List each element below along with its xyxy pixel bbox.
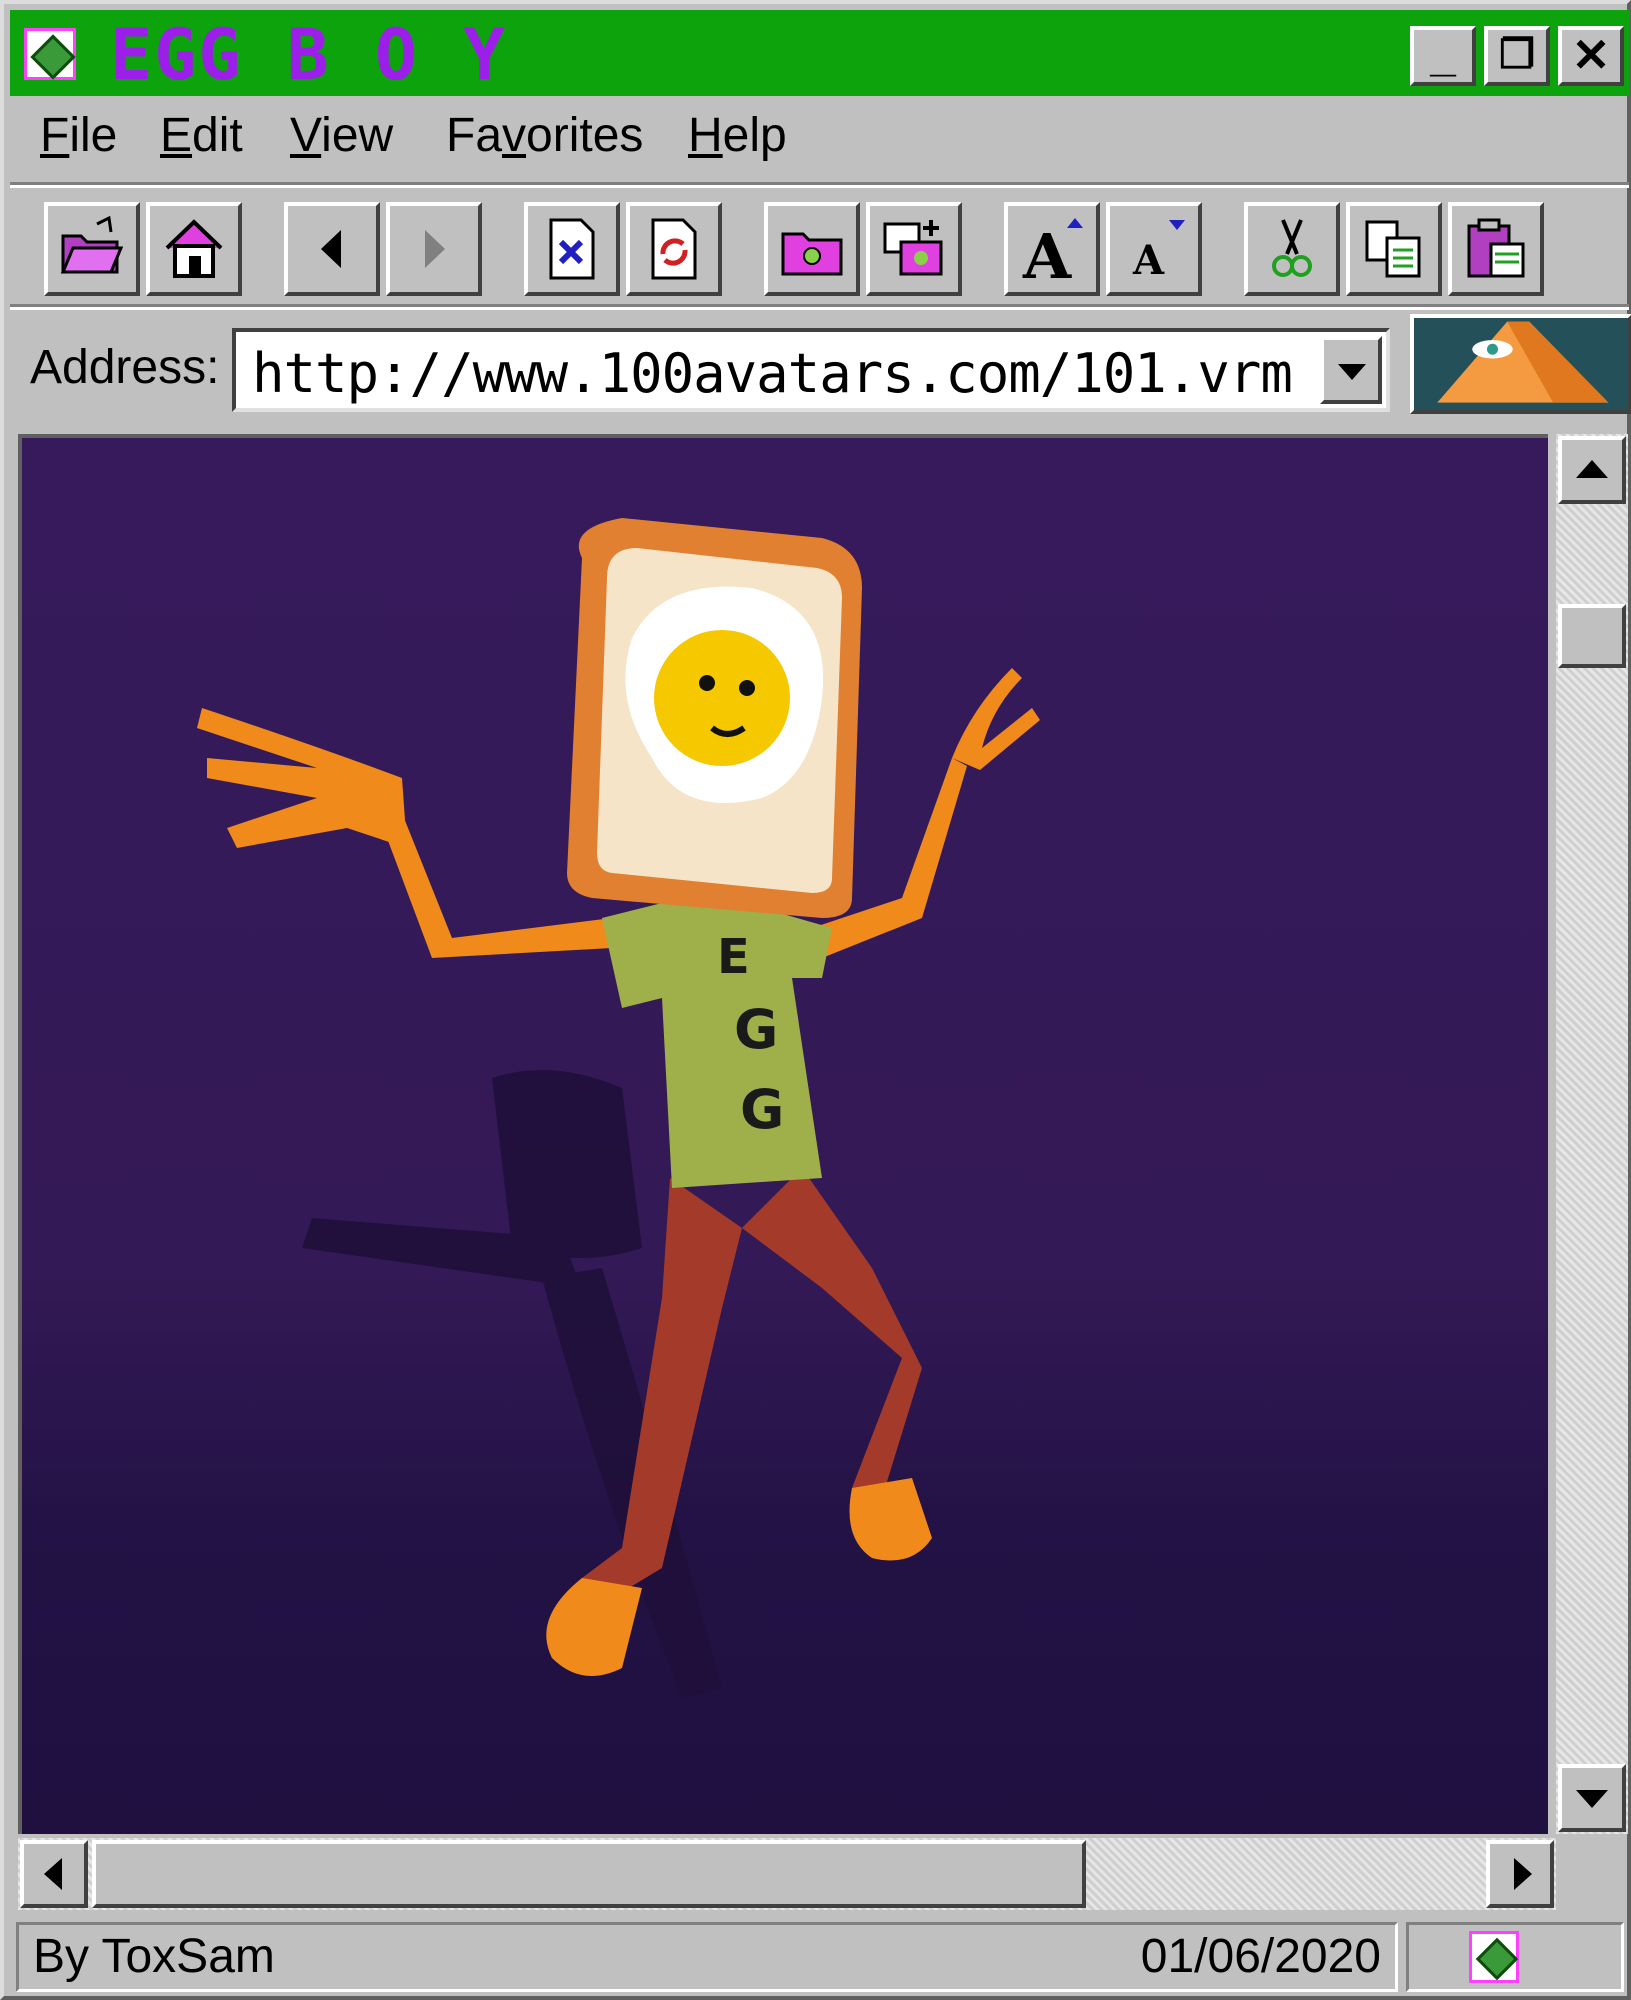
address-dropdown-button[interactable]	[1320, 336, 1382, 404]
home-button[interactable]	[146, 202, 242, 296]
address-label: Address:	[30, 341, 220, 394]
font-smaller-icon: A	[1132, 220, 1185, 284]
status-date: 01/06/2020	[1140, 1930, 1381, 1983]
horizontal-scroll-thumb[interactable]	[92, 1840, 1086, 1908]
paste-icon	[1467, 218, 1525, 278]
close-button[interactable]: ✕	[1558, 26, 1624, 86]
avatar-toast-head	[567, 518, 862, 918]
svg-text:A: A	[1132, 237, 1165, 284]
pyramid-eye-logo	[1410, 314, 1631, 414]
favorites-button[interactable]	[764, 202, 860, 296]
horizontal-scrollbar[interactable]	[18, 1838, 1556, 1910]
shirt-letter-e: E	[717, 929, 750, 985]
arrow-left-icon	[44, 1858, 62, 1890]
favorites-folder-icon	[781, 232, 843, 276]
refresh-button[interactable]	[626, 202, 722, 296]
address-input[interactable]: http://www.100avatars.com/101.vrm	[232, 328, 1390, 412]
arrow-up-icon	[1576, 460, 1608, 478]
status-bar: By ToxSam 01/06/2020	[10, 1916, 1629, 1998]
scroll-left-button[interactable]	[20, 1840, 88, 1908]
shirt-letter-g2: G	[740, 1078, 784, 1141]
new-window-icon	[883, 220, 943, 276]
copy-button[interactable]	[1346, 202, 1442, 296]
forward-button[interactable]	[386, 202, 482, 296]
back-button[interactable]	[284, 202, 380, 296]
page-viewport[interactable]: E G G	[18, 434, 1548, 1834]
zone-cube-icon	[1469, 1931, 1519, 1983]
menu-edit[interactable]: Edit	[160, 108, 243, 163]
avatar-right-shoe	[849, 1478, 932, 1561]
menu-favorites[interactable]: Favorites	[446, 108, 643, 163]
menu-bar: File Edit View Favorites Help	[10, 100, 1629, 178]
address-bar: Address: http://www.100avatars.com/101.v…	[10, 310, 1631, 420]
shirt-letter-g1: G	[734, 998, 778, 1061]
forward-arrow-icon	[425, 230, 445, 268]
app-cube-icon[interactable]	[24, 28, 76, 80]
menu-divider	[10, 182, 1629, 188]
title-bar[interactable]: EGG B O Y _ ❐ ✕	[10, 10, 1629, 96]
avatar-left-shoe	[546, 1578, 642, 1676]
open-button[interactable]	[44, 202, 140, 296]
window-title: EGG B O Y	[110, 14, 508, 96]
pyramid-eye-icon	[1437, 321, 1609, 403]
restore-button[interactable]: ❐	[1484, 26, 1550, 86]
scroll-up-button[interactable]	[1558, 436, 1626, 504]
copy-icon	[1365, 220, 1421, 278]
status-main-pane: By ToxSam 01/06/2020	[16, 1922, 1398, 1992]
vertical-scrollbar[interactable]	[1556, 434, 1628, 1834]
scroll-right-button[interactable]	[1486, 1840, 1554, 1908]
chevron-down-icon	[1338, 364, 1366, 380]
cut-icon	[1272, 219, 1312, 277]
paste-button[interactable]	[1448, 202, 1544, 296]
stop-page-icon	[549, 218, 595, 280]
new-window-button[interactable]	[866, 202, 962, 296]
menu-file[interactable]: File	[40, 108, 117, 163]
vertical-scroll-thumb[interactable]	[1558, 604, 1626, 668]
avatar-render: E G G	[197, 518, 1040, 1698]
menu-view[interactable]: View	[290, 108, 393, 163]
arrow-down-icon	[1576, 1790, 1608, 1808]
home-icon	[165, 219, 223, 278]
status-icon-pane	[1406, 1922, 1624, 1992]
open-folder-icon	[60, 215, 124, 274]
scroll-down-button[interactable]	[1558, 1764, 1626, 1832]
refresh-page-icon	[651, 218, 697, 280]
font-smaller-button[interactable]: A	[1106, 202, 1202, 296]
font-larger-icon: A	[1022, 218, 1083, 284]
toolbar: A A	[10, 190, 1629, 302]
minimize-button[interactable]: _	[1410, 26, 1476, 86]
arrow-right-icon	[1514, 1858, 1532, 1890]
status-author: By ToxSam	[33, 1930, 275, 1983]
font-larger-button[interactable]: A	[1004, 202, 1100, 296]
browser-window: EGG B O Y _ ❐ ✕ File Edit View Favorites…	[0, 0, 1631, 2000]
address-value[interactable]: http://www.100avatars.com/101.vrm	[252, 342, 1293, 405]
cut-button[interactable]	[1244, 202, 1340, 296]
stop-button[interactable]	[524, 202, 620, 296]
svg-text:A: A	[1022, 220, 1072, 284]
back-arrow-icon	[321, 230, 341, 268]
menu-help[interactable]: Help	[688, 108, 787, 163]
